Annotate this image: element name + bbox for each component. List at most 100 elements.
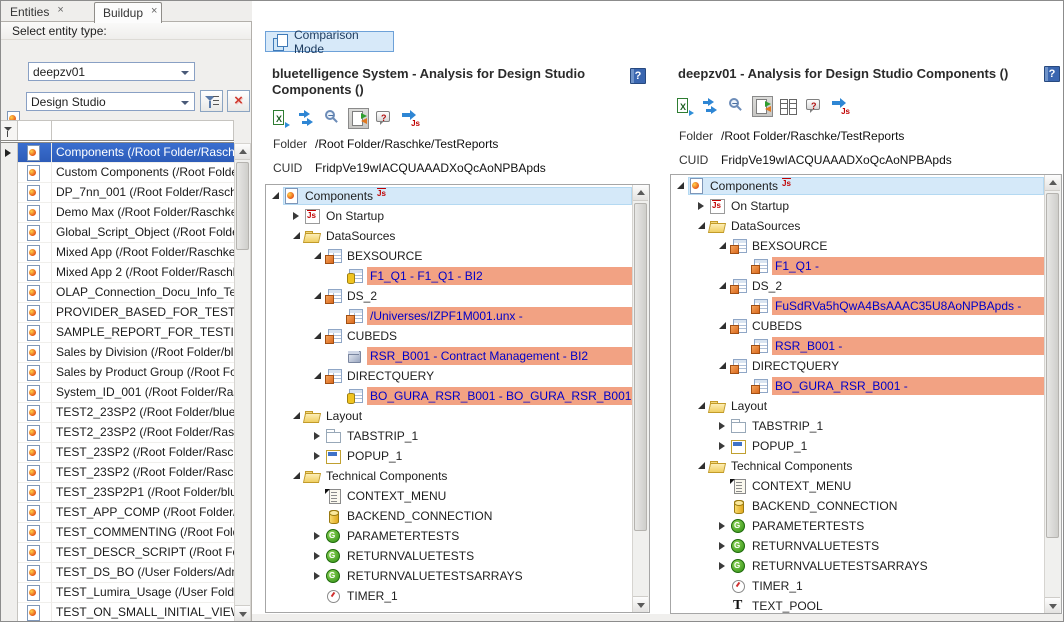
toggle-expanded-icon[interactable] — [717, 236, 730, 256]
tree-item[interactable]: Technical Components — [266, 466, 632, 486]
list-item[interactable]: TEST_APP_COMP (/Root Folder/bluet — [0, 503, 234, 523]
expand-all-button[interactable] — [296, 108, 317, 129]
list-item[interactable]: Demo Max (/Root Folder/Raschke) — [0, 203, 234, 223]
toggle-collapsed-icon[interactable] — [312, 546, 325, 566]
list-item[interactable]: Custom Components (/Root Folder/Ra — [0, 163, 234, 183]
list-item[interactable]: PROVIDER_BASED_FOR_TESTING (/R — [0, 303, 234, 323]
scroll-thumb[interactable] — [634, 203, 647, 531]
tree-item[interactable]: F1_Q1 - — [671, 256, 1044, 276]
scroll-up-button[interactable] — [235, 144, 250, 160]
scroll-thumb[interactable] — [1046, 193, 1059, 538]
list-item[interactable]: Sales by Product Group (/Root Folder — [0, 363, 234, 383]
expand-all-button[interactable] — [700, 96, 721, 117]
tree-item[interactable]: DataSources — [266, 226, 632, 246]
toggle-expanded-icon[interactable] — [717, 276, 730, 296]
compare-documents-button[interactable] — [348, 108, 369, 129]
toggle-expanded-icon[interactable] — [291, 226, 304, 246]
tree-item[interactable]: ComponentsJs — [671, 176, 1044, 196]
filter-button[interactable] — [200, 90, 223, 112]
compare-documents-button[interactable] — [752, 96, 773, 117]
toggle-collapsed-icon[interactable] — [312, 566, 325, 586]
entity-type-dropdown[interactable]: Design Studio — [26, 92, 195, 111]
tree-item[interactable]: BEXSOURCE — [671, 236, 1044, 256]
toggle-expanded-icon[interactable] — [312, 366, 325, 386]
clear-filter-button[interactable]: × — [227, 90, 250, 112]
toggle-collapsed-icon[interactable] — [696, 196, 709, 216]
tree-item[interactable]: Technical Components — [671, 456, 1044, 476]
tree-item[interactable]: BEXSOURCE — [266, 246, 632, 266]
list-item[interactable]: Components (/Root Folder/Raschke/T — [0, 143, 234, 163]
help-icon[interactable]: ? — [1044, 66, 1060, 82]
tree-item[interactable]: DIRECTQUERY — [266, 366, 632, 386]
scroll-down-button[interactable] — [633, 596, 648, 612]
list-item[interactable]: TEST_DESCR_SCRIPT (/Root Folder/R — [0, 543, 234, 563]
tree-item[interactable]: BACKEND_CONNECTION — [671, 496, 1044, 516]
toggle-expanded-icon[interactable] — [696, 456, 709, 476]
list-item[interactable]: DP_7nn_001 (/Root Folder/Raschke/T — [0, 183, 234, 203]
list-item[interactable]: TEST_23SP2 (/Root Folder/Raschke/D — [0, 443, 234, 463]
toggle-expanded-icon[interactable] — [270, 186, 283, 206]
tab-entities[interactable]: Entities × — [2, 2, 92, 22]
js-script-button[interactable]: Js — [400, 108, 421, 129]
zoom-out-button[interactable]: – — [322, 108, 343, 129]
excel-export-button[interactable]: X — [674, 96, 695, 117]
tree-item[interactable]: TEXT_POOL — [671, 596, 1044, 613]
toggle-expanded-icon[interactable] — [291, 406, 304, 426]
toggle-expanded-icon[interactable] — [696, 396, 709, 416]
close-icon[interactable]: × — [151, 6, 157, 17]
tree-item[interactable]: RSR_B001 - Contract Management - BI2 — [266, 346, 632, 366]
tree-item[interactable]: DataSources — [671, 216, 1044, 236]
list-item[interactable]: SAMPLE_REPORT_FOR_TESTING_M ( — [0, 323, 234, 343]
list-item[interactable]: Global_Script_Object (/Root Folder/R — [0, 223, 234, 243]
list-item[interactable]: TEST_COMMENTING (/Root Folder/bl — [0, 523, 234, 543]
tree-item[interactable]: On Startup — [671, 196, 1044, 216]
list-item[interactable]: TEST2_23SP2 (/Root Folder/bluetellig — [0, 403, 234, 423]
toggle-collapsed-icon[interactable] — [717, 516, 730, 536]
tree-item[interactable]: RSR_B001 - — [671, 336, 1044, 356]
tree-item[interactable]: DIRECTQUERY — [671, 356, 1044, 376]
toggle-collapsed-icon[interactable] — [312, 526, 325, 546]
scroll-down-button[interactable] — [235, 605, 250, 621]
tree-item[interactable]: CUBEDS — [266, 326, 632, 346]
list-item[interactable]: System_ID_001 (/Root Folder/Raschk — [0, 383, 234, 403]
tree-item[interactable]: RETURNVALUETESTSARRAYS — [671, 556, 1044, 576]
system-dropdown[interactable]: deepzv01 — [28, 62, 195, 81]
tree-item[interactable]: FuSdRVa5hQwA4BsAAAC35U8AoNPBApds - — [671, 296, 1044, 316]
list-item[interactable]: Mixed App (/Root Folder/Raschke/De — [0, 243, 234, 263]
list-item[interactable]: TEST_23SP2 (/Root Folder/Raschke/L — [0, 463, 234, 483]
list-item[interactable]: TEST_ON_SMALL_INITIAL_VIEW (/Ro — [0, 603, 234, 622]
tree-item[interactable]: DS_2 — [671, 276, 1044, 296]
tree-item[interactable]: CUBEDS — [671, 316, 1044, 336]
tree-item[interactable]: BO_GURA_RSR_B001 - — [671, 376, 1044, 396]
scroll-up-button[interactable] — [633, 185, 648, 201]
columns-view-button[interactable] — [778, 96, 799, 117]
tree-item[interactable]: ComponentsJs — [266, 186, 632, 206]
list-item[interactable]: TEST_DS_BO (/User Folders/Administ — [0, 563, 234, 583]
toggle-expanded-icon[interactable] — [717, 316, 730, 336]
toggle-expanded-icon[interactable] — [675, 176, 688, 196]
toggle-collapsed-icon[interactable] — [717, 416, 730, 436]
filter-cell-icon[interactable] — [18, 121, 52, 140]
toggle-expanded-icon[interactable] — [696, 216, 709, 236]
tree-item[interactable]: CONTEXT_MENU — [671, 476, 1044, 496]
list-item[interactable]: TEST_Lumira_Usage (/User Folders/A — [0, 583, 234, 603]
excel-export-button[interactable]: X — [270, 108, 291, 129]
tree-item[interactable]: POPUP_1 — [671, 436, 1044, 456]
help-icon[interactable]: ? — [630, 68, 646, 84]
tree-item[interactable]: TIMER_1 — [671, 576, 1044, 596]
comment-help-button[interactable]: ? — [374, 108, 395, 129]
list-item[interactable]: TEST_23SP2P1 (/Root Folder/bluetelli — [0, 483, 234, 503]
toggle-expanded-icon[interactable] — [312, 246, 325, 266]
comment-help-button[interactable]: ? — [804, 96, 825, 117]
toggle-collapsed-icon[interactable] — [717, 556, 730, 576]
toggle-expanded-icon[interactable] — [291, 466, 304, 486]
scroll-up-button[interactable] — [1045, 175, 1060, 191]
tree-item[interactable]: POPUP_1 — [266, 446, 632, 466]
js-script-button[interactable]: Js — [830, 96, 851, 117]
zoom-out-button[interactable]: – — [726, 96, 747, 117]
scroll-down-button[interactable] — [1045, 597, 1060, 613]
tree-item[interactable]: Layout — [671, 396, 1044, 416]
tree-item[interactable]: RETURNVALUETESTS — [671, 536, 1044, 556]
tree-item[interactable]: /Universes/IZPF1M001.unx - — [266, 306, 632, 326]
tree-scrollbar[interactable] — [632, 185, 649, 612]
